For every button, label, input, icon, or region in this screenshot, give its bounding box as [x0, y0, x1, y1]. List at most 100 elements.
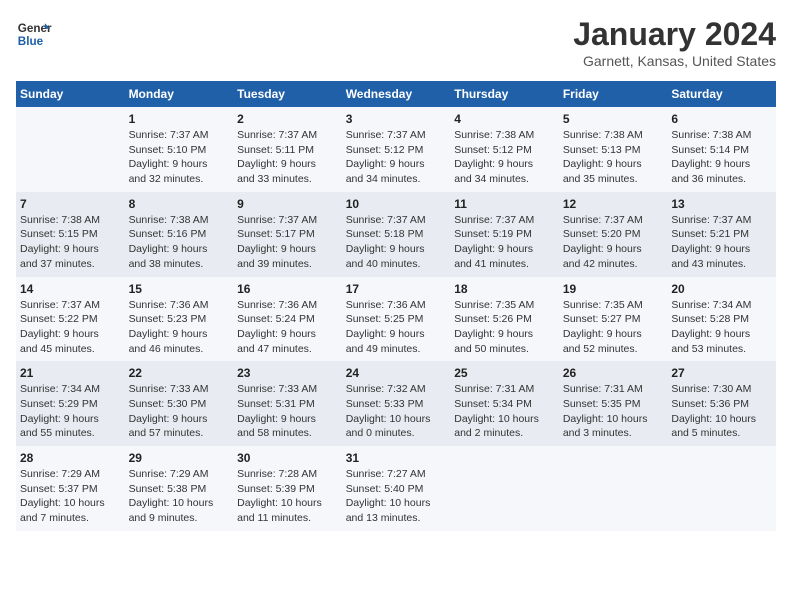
day-number: 24 [346, 366, 447, 380]
calendar-cell: 30Sunrise: 7:28 AM Sunset: 5:39 PM Dayli… [233, 446, 342, 531]
day-info: Sunrise: 7:36 AM Sunset: 5:24 PM Dayligh… [237, 298, 338, 357]
calendar-week-row: 28 Sunrise: 7:29 AM Sunset: 5:37 PM Dayli… [16, 446, 776, 531]
calendar-cell: 13Sunrise: 7:37 AM Sunset: 5:21 PM Dayli… [667, 192, 776, 277]
calendar-cell: 20 Sunrise: 7:34 AM Sunset: 5:28 PM Dayli… [667, 277, 776, 362]
calendar-cell: 14 Sunrise: 7:37 AM Sunset: 5:22 PM Dayli… [16, 277, 125, 362]
calendar-cell: 9 Sunrise: 7:37 AM Sunset: 5:17 PM Daylig… [233, 192, 342, 277]
svg-text:General: General [18, 22, 52, 35]
calendar-cell: 23 Sunrise: 7:33 AM Sunset: 5:31 PM Dayli… [233, 361, 342, 446]
calendar-week-row: 21 Sunrise: 7:34 AM Sunset: 5:29 PM Dayli… [16, 361, 776, 446]
day-number: 18 [454, 282, 555, 296]
calendar-cell: 28 Sunrise: 7:29 AM Sunset: 5:37 PM Dayli… [16, 446, 125, 531]
calendar-cell: 11 Sunrise: 7:37 AM Sunset: 5:19 PM Dayli… [450, 192, 559, 277]
weekday-header: Saturday [667, 81, 776, 107]
day-number: 23 [237, 366, 338, 380]
calendar-cell: 25Sunrise: 7:31 AM Sunset: 5:34 PM Dayli… [450, 361, 559, 446]
day-info: Sunrise: 7:28 AM Sunset: 5:39 PM Dayligh… [237, 467, 338, 526]
calendar-cell: 16 Sunrise: 7:36 AM Sunset: 5:24 PM Dayli… [233, 277, 342, 362]
calendar-cell: 31Sunrise: 7:27 AM Sunset: 5:40 PM Dayli… [342, 446, 451, 531]
calendar-table: SundayMondayTuesdayWednesdayThursdayFrid… [16, 81, 776, 531]
title-area: January 2024 Garnett, Kansas, United Sta… [573, 16, 776, 69]
calendar-cell: 2 Sunrise: 7:37 AM Sunset: 5:11 PM Daylig… [233, 107, 342, 192]
calendar-cell: 18 Sunrise: 7:35 AM Sunset: 5:26 PM Dayli… [450, 277, 559, 362]
day-info: Sunrise: 7:38 AM Sunset: 5:16 PM Dayligh… [129, 213, 230, 272]
day-number: 2 [237, 112, 338, 126]
day-number: 1 [129, 112, 230, 126]
weekday-header: Thursday [450, 81, 559, 107]
day-number: 21 [20, 366, 121, 380]
day-info: Sunrise: 7:35 AM Sunset: 5:26 PM Dayligh… [454, 298, 555, 357]
logo: General Blue [16, 16, 52, 52]
calendar-cell: 19Sunrise: 7:35 AM Sunset: 5:27 PM Dayli… [559, 277, 668, 362]
day-number: 27 [671, 366, 772, 380]
day-info: Sunrise: 7:30 AM Sunset: 5:36 PM Dayligh… [671, 382, 772, 441]
day-number: 5 [563, 112, 664, 126]
calendar-cell: 21 Sunrise: 7:34 AM Sunset: 5:29 PM Dayli… [16, 361, 125, 446]
day-info: Sunrise: 7:31 AM Sunset: 5:34 PM Dayligh… [454, 382, 555, 441]
day-info: Sunrise: 7:38 AM Sunset: 5:12 PM Dayligh… [454, 128, 555, 187]
calendar-cell [450, 446, 559, 531]
day-info: Sunrise: 7:37 AM Sunset: 5:17 PM Dayligh… [237, 213, 338, 272]
calendar-cell: 22 Sunrise: 7:33 AM Sunset: 5:30 PM Dayli… [125, 361, 234, 446]
day-number: 3 [346, 112, 447, 126]
day-number: 29 [129, 451, 230, 465]
calendar-cell: 1 Sunrise: 7:37 AM Sunset: 5:10 PM Daylig… [125, 107, 234, 192]
day-number: 11 [454, 197, 555, 211]
day-info: Sunrise: 7:37 AM Sunset: 5:22 PM Dayligh… [20, 298, 121, 357]
calendar-cell: 24 Sunrise: 7:32 AM Sunset: 5:33 PM Dayli… [342, 361, 451, 446]
weekday-header-row: SundayMondayTuesdayWednesdayThursdayFrid… [16, 81, 776, 107]
day-number: 14 [20, 282, 121, 296]
location-title: Garnett, Kansas, United States [573, 53, 776, 69]
day-info: Sunrise: 7:36 AM Sunset: 5:23 PM Dayligh… [129, 298, 230, 357]
day-number: 22 [129, 366, 230, 380]
calendar-cell [16, 107, 125, 192]
day-number: 20 [671, 282, 772, 296]
day-info: Sunrise: 7:35 AM Sunset: 5:27 PM Dayligh… [563, 298, 664, 357]
weekday-header: Wednesday [342, 81, 451, 107]
day-number: 26 [563, 366, 664, 380]
calendar-cell: 26Sunrise: 7:31 AM Sunset: 5:35 PM Dayli… [559, 361, 668, 446]
day-info: Sunrise: 7:29 AM Sunset: 5:38 PM Dayligh… [129, 467, 230, 526]
day-info: Sunrise: 7:32 AM Sunset: 5:33 PM Dayligh… [346, 382, 447, 441]
day-number: 4 [454, 112, 555, 126]
weekday-header: Monday [125, 81, 234, 107]
day-number: 12 [563, 197, 664, 211]
day-info: Sunrise: 7:37 AM Sunset: 5:11 PM Dayligh… [237, 128, 338, 187]
day-number: 7 [20, 197, 121, 211]
calendar-cell: 29 Sunrise: 7:29 AM Sunset: 5:38 PM Dayli… [125, 446, 234, 531]
day-number: 15 [129, 282, 230, 296]
day-number: 8 [129, 197, 230, 211]
calendar-cell [667, 446, 776, 531]
day-info: Sunrise: 7:37 AM Sunset: 5:21 PM Dayligh… [671, 213, 772, 272]
day-info: Sunrise: 7:38 AM Sunset: 5:15 PM Dayligh… [20, 213, 121, 272]
day-info: Sunrise: 7:29 AM Sunset: 5:37 PM Dayligh… [20, 467, 121, 526]
day-info: Sunrise: 7:33 AM Sunset: 5:31 PM Dayligh… [237, 382, 338, 441]
day-info: Sunrise: 7:37 AM Sunset: 5:12 PM Dayligh… [346, 128, 447, 187]
calendar-cell: 10Sunrise: 7:37 AM Sunset: 5:18 PM Dayli… [342, 192, 451, 277]
calendar-cell: 5 Sunrise: 7:38 AM Sunset: 5:13 PM Daylig… [559, 107, 668, 192]
day-info: Sunrise: 7:34 AM Sunset: 5:29 PM Dayligh… [20, 382, 121, 441]
day-number: 28 [20, 451, 121, 465]
calendar-cell: 7 Sunrise: 7:38 AM Sunset: 5:15 PM Daylig… [16, 192, 125, 277]
calendar-week-row: 7 Sunrise: 7:38 AM Sunset: 5:15 PM Daylig… [16, 192, 776, 277]
logo-icon: General Blue [16, 16, 52, 52]
day-number: 31 [346, 451, 447, 465]
calendar-cell: 6Sunrise: 7:38 AM Sunset: 5:14 PM Daylig… [667, 107, 776, 192]
calendar-week-row: 1 Sunrise: 7:37 AM Sunset: 5:10 PM Daylig… [16, 107, 776, 192]
day-number: 16 [237, 282, 338, 296]
svg-text:Blue: Blue [18, 35, 44, 48]
day-info: Sunrise: 7:33 AM Sunset: 5:30 PM Dayligh… [129, 382, 230, 441]
day-info: Sunrise: 7:34 AM Sunset: 5:28 PM Dayligh… [671, 298, 772, 357]
calendar-cell: 8 Sunrise: 7:38 AM Sunset: 5:16 PM Daylig… [125, 192, 234, 277]
day-info: Sunrise: 7:36 AM Sunset: 5:25 PM Dayligh… [346, 298, 447, 357]
day-info: Sunrise: 7:37 AM Sunset: 5:10 PM Dayligh… [129, 128, 230, 187]
day-info: Sunrise: 7:37 AM Sunset: 5:20 PM Dayligh… [563, 213, 664, 272]
day-info: Sunrise: 7:37 AM Sunset: 5:19 PM Dayligh… [454, 213, 555, 272]
day-info: Sunrise: 7:37 AM Sunset: 5:18 PM Dayligh… [346, 213, 447, 272]
day-info: Sunrise: 7:38 AM Sunset: 5:13 PM Dayligh… [563, 128, 664, 187]
page-header: General Blue January 2024 Garnett, Kansa… [16, 16, 776, 69]
calendar-cell: 3 Sunrise: 7:37 AM Sunset: 5:12 PM Daylig… [342, 107, 451, 192]
weekday-header: Friday [559, 81, 668, 107]
month-title: January 2024 [573, 16, 776, 53]
day-number: 9 [237, 197, 338, 211]
